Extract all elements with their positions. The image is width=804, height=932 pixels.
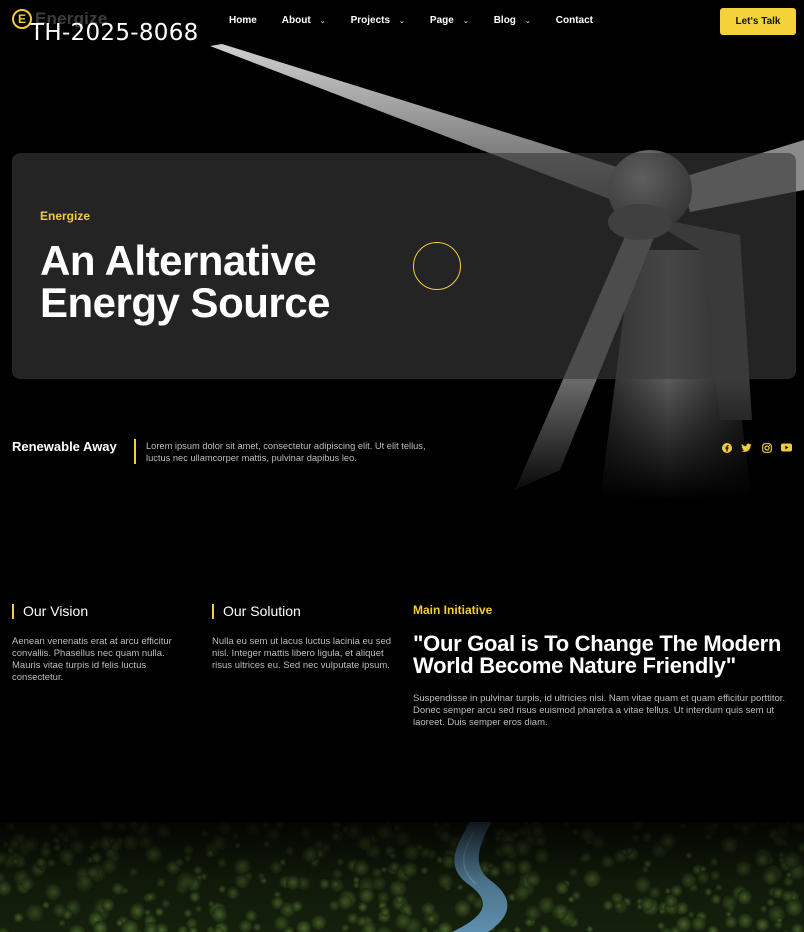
vision-text: Aenean venenatis erat at arcu efficitur … [12, 636, 172, 683]
chevron-down-icon: ⌄ [462, 17, 469, 25]
nav-label: About [281, 15, 311, 26]
solution-title: Our Solution [223, 603, 301, 619]
nav-item-contact[interactable]: Contact [556, 15, 593, 26]
nav-label: Projects [350, 15, 391, 26]
solution-heading: Our Solution [212, 603, 301, 619]
nav-item-about[interactable]: About ⌄ [282, 15, 326, 26]
chevron-down-icon: ⌄ [399, 17, 405, 25]
initiative-eyebrow: Main Initiative [413, 603, 493, 617]
nav-item-page[interactable]: Page ⌄ [430, 15, 469, 26]
accent-bar [212, 603, 214, 619]
accent-bar [12, 603, 14, 619]
nav-label: Contact [555, 15, 594, 26]
vision-heading: Our Vision [12, 603, 88, 619]
facebook-icon[interactable] [721, 442, 732, 453]
initiative-title: "Our Goal is To Change The Modern World … [413, 631, 782, 678]
social-links [721, 442, 792, 453]
logo-mark: E [12, 9, 32, 29]
renewable-title: Renewable Away [12, 439, 117, 454]
accent-divider [134, 439, 136, 464]
chevron-down-icon: ⌄ [319, 17, 326, 25]
hero-eyebrow: Energize [40, 209, 91, 223]
twitter-icon[interactable] [741, 442, 752, 453]
instagram-icon[interactable] [761, 442, 772, 453]
forest-river-image [0, 822, 804, 932]
nav-item-blog[interactable]: Blog ⌄ [494, 15, 531, 26]
initiative-text: Suspendisse in pulvinar turpis, id ultri… [413, 693, 786, 728]
vision-title: Our Vision [23, 603, 89, 619]
nav-item-home[interactable]: Home [229, 15, 257, 26]
nav-item-projects[interactable]: Projects ⌄ [351, 15, 405, 26]
youtube-icon[interactable] [781, 442, 792, 453]
renewable-text: Lorem ipsum dolor sit amet, consectetur … [146, 441, 426, 463]
solution-text: Nulla eu sem ut lacus luctus lacinia eu … [212, 636, 392, 671]
lets-talk-button[interactable]: Let's Talk [720, 8, 796, 35]
main-nav: Home About ⌄ Projects ⌄ Page ⌄ Blog ⌄ Co… [229, 15, 618, 26]
nav-label: Home [229, 15, 257, 26]
chevron-down-icon: ⌄ [524, 17, 531, 25]
hero-title: An Alternative Energy Source [40, 237, 330, 326]
nav-label: Blog [493, 15, 516, 26]
play-video-button[interactable] [413, 242, 461, 290]
nav-label: Page [429, 15, 454, 26]
watermark-id: TH-2025-8068 [30, 20, 199, 46]
